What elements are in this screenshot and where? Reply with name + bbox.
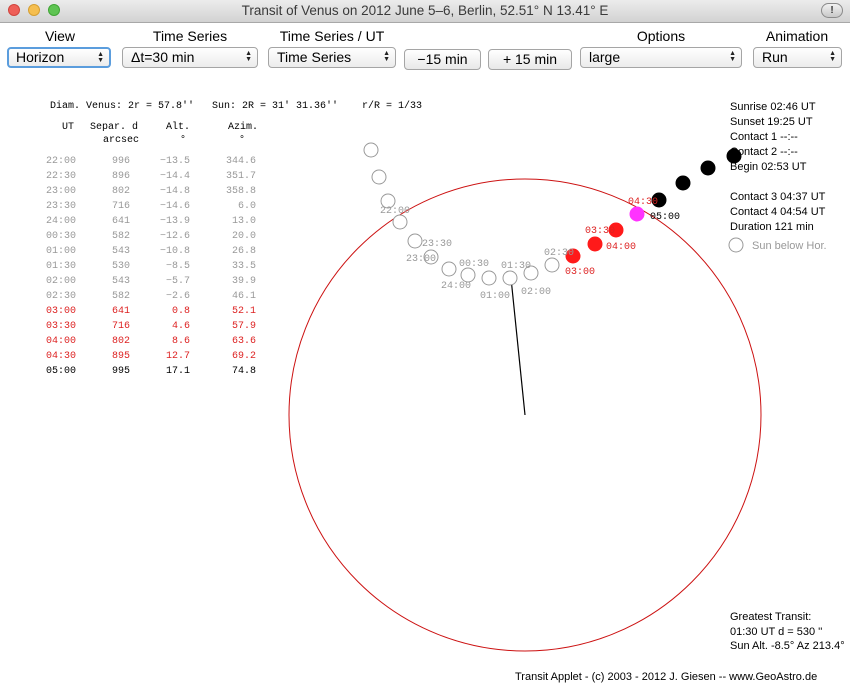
begin-time: Begin 02:53 UT xyxy=(730,161,807,173)
contact-4: Contact 4 04:54 UT xyxy=(730,206,826,218)
venus-position xyxy=(675,175,691,191)
time-label: 02:00 xyxy=(521,287,551,298)
legend-below-horizon-icon xyxy=(728,237,744,253)
duration: Duration 121 min xyxy=(730,221,814,233)
greatest-transit-time: 01:30 UT d = 530 '' xyxy=(730,626,823,638)
venus-position xyxy=(407,233,423,249)
time-label: 23:00 xyxy=(406,254,436,265)
venus-position xyxy=(481,270,497,286)
sunset-time: Sunset 19:25 UT xyxy=(730,116,813,128)
time-label: 04:30 xyxy=(628,197,658,208)
venus-position xyxy=(392,214,408,230)
contact-3: Contact 3 04:37 UT xyxy=(730,191,826,203)
venus-position xyxy=(700,160,716,176)
venus-position xyxy=(371,169,387,185)
time-label: 01:00 xyxy=(480,291,510,302)
venus-position xyxy=(544,257,560,273)
time-label: 00:30 xyxy=(459,259,489,270)
time-label: 22:00 xyxy=(380,206,410,217)
venus-position xyxy=(502,270,518,286)
greatest-transit-sun: Sun Alt. -8.5° Az 213.4° xyxy=(730,640,845,652)
venus-position xyxy=(441,261,457,277)
venus-position xyxy=(363,142,379,158)
greatest-transit-line xyxy=(510,277,526,416)
time-label: 03:00 xyxy=(565,267,595,278)
time-label: 24:00 xyxy=(441,281,471,292)
footer-credits: Transit Applet - (c) 2003 - 2012 J. Gies… xyxy=(515,671,818,683)
contact-2: Contact 2 --:-- xyxy=(730,146,798,158)
greatest-transit-title: Greatest Transit: xyxy=(730,611,812,623)
time-label: 23:30 xyxy=(422,239,452,250)
venus-position xyxy=(587,236,603,252)
transit-plot: 22:00 23:30 23:00 00:30 24:00 01:30 01:00 02:00… xyxy=(288,142,762,652)
time-label: 05:00 xyxy=(650,212,680,223)
time-label: 01:30 xyxy=(501,261,531,272)
legend-below-horizon: Sun below Hor. xyxy=(752,240,827,252)
venus-position xyxy=(460,267,476,283)
time-label: 04:00 xyxy=(606,242,636,253)
venus-position xyxy=(629,206,645,222)
contact-1: Contact 1 --:-- xyxy=(730,131,798,143)
sunrise-time: Sunrise 02:46 UT xyxy=(730,101,816,113)
time-label: 03:30 xyxy=(585,226,615,237)
time-label: 02:30 xyxy=(544,248,574,259)
